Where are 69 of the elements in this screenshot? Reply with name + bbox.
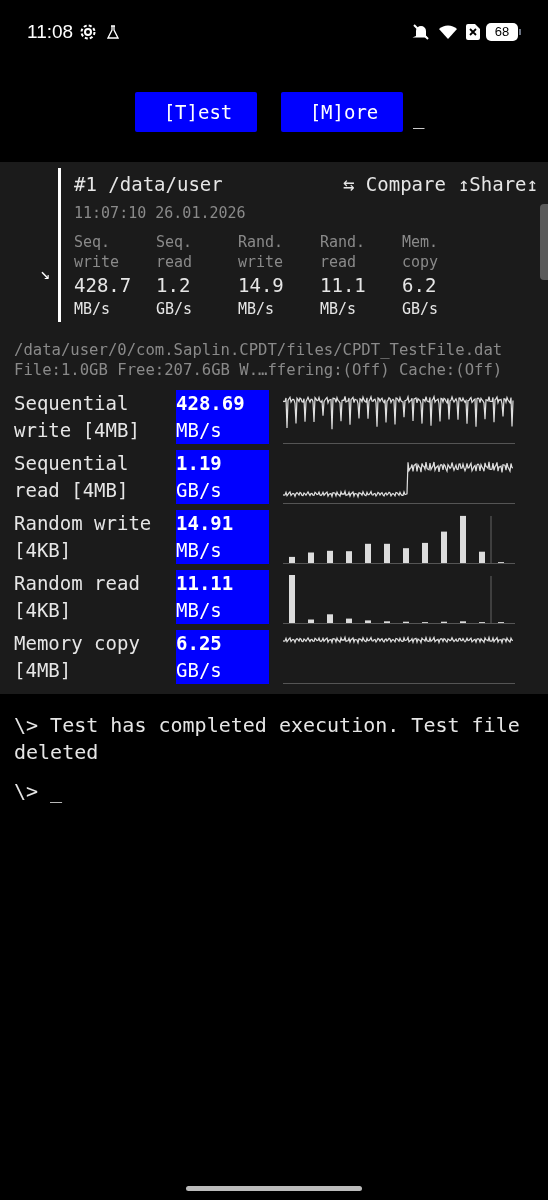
wifi-icon [438, 24, 458, 40]
result-value: 6.25 [176, 631, 223, 656]
metric-label: Seq. write [74, 232, 121, 272]
menu-button[interactable]: [T]est [135, 92, 257, 132]
bar [441, 531, 447, 563]
bar [308, 552, 314, 563]
metric-value: 14.9 [238, 273, 285, 298]
bar [289, 575, 295, 623]
metric-label: Rand. write [238, 232, 285, 272]
share-link[interactable]: ↥Share↥ [457, 170, 538, 199]
metric-label: Mem. copy [402, 232, 440, 272]
file-info-text: File:1.0GB Free:207.6GB W.…ffering:(Off) Cache:(Off) [14, 360, 504, 380]
bar [365, 620, 371, 623]
console-line: \> _ [14, 778, 64, 805]
metric-value: 428.7 [74, 273, 133, 298]
metric-unit: MB/s [320, 299, 358, 320]
bar [308, 619, 314, 623]
settings-icon [79, 23, 98, 41]
sim-icon [466, 24, 480, 40]
bar [384, 543, 390, 563]
bar [403, 548, 409, 563]
metric-label: Seq. read [156, 232, 194, 272]
result-value: 11.11 [176, 571, 235, 596]
battery-icon: 68 [486, 23, 518, 41]
bar [346, 551, 352, 563]
metric-value: 11.1 [320, 273, 367, 298]
bar [327, 614, 333, 623]
test-name: Sequential write [4MB] [13, 391, 141, 443]
metric-value: 1.2 [156, 273, 192, 298]
metric-unit: MB/s [238, 299, 276, 320]
expand-toggle[interactable]: ↘ [39, 260, 50, 286]
bar [479, 551, 485, 563]
menu-button[interactable]: [M]ore [281, 92, 403, 132]
result-unit: MB/s [176, 598, 223, 623]
bar [460, 515, 466, 563]
result-title: #1 /data/user [74, 172, 224, 197]
test-name: Random write [4KB] [13, 511, 153, 563]
test-name: Memory copy [4MB] [13, 631, 141, 683]
test-name: Random read [4KB] [13, 571, 141, 623]
bar [346, 618, 352, 623]
test-name: Sequential read [4MB] [13, 451, 130, 503]
flask-icon [107, 25, 120, 39]
result-unit: MB/s [176, 538, 223, 563]
bar [365, 543, 371, 563]
bar [289, 556, 295, 563]
bar [327, 550, 333, 563]
file-info-text: /data/user/0/com.Saplin.CPDT/files/CPDT_TestFile.dat [14, 340, 504, 360]
bell-off-icon [412, 23, 430, 41]
cursor: _ [413, 105, 425, 131]
scrollbar-thumb[interactable] [540, 204, 548, 280]
timestamp: 11:07:10 26.01.2026 [74, 202, 247, 224]
metric-unit: MB/s [74, 299, 112, 320]
metric-unit: GB/s [402, 299, 440, 320]
metric-label: Rand. read [320, 232, 367, 272]
marker-line [490, 515, 492, 563]
clock: 11:08 [27, 19, 74, 44]
metric-unit: GB/s [156, 299, 194, 320]
result-value: 14.91 [176, 511, 235, 536]
result-unit: GB/s [176, 658, 223, 683]
result-unit: GB/s [176, 478, 223, 503]
result-value: 428.69 [176, 391, 246, 416]
console-line: \> Test has completed execution. Test file deleted [14, 712, 521, 766]
marker-line [490, 575, 492, 623]
bar [422, 542, 428, 563]
home-indicator[interactable] [186, 1186, 362, 1191]
compare-link[interactable]: ⇆ Compare [342, 170, 446, 199]
result-value: 1.19 [176, 451, 223, 476]
result-unit: MB/s [176, 418, 223, 443]
metric-value: 6.2 [402, 273, 438, 298]
